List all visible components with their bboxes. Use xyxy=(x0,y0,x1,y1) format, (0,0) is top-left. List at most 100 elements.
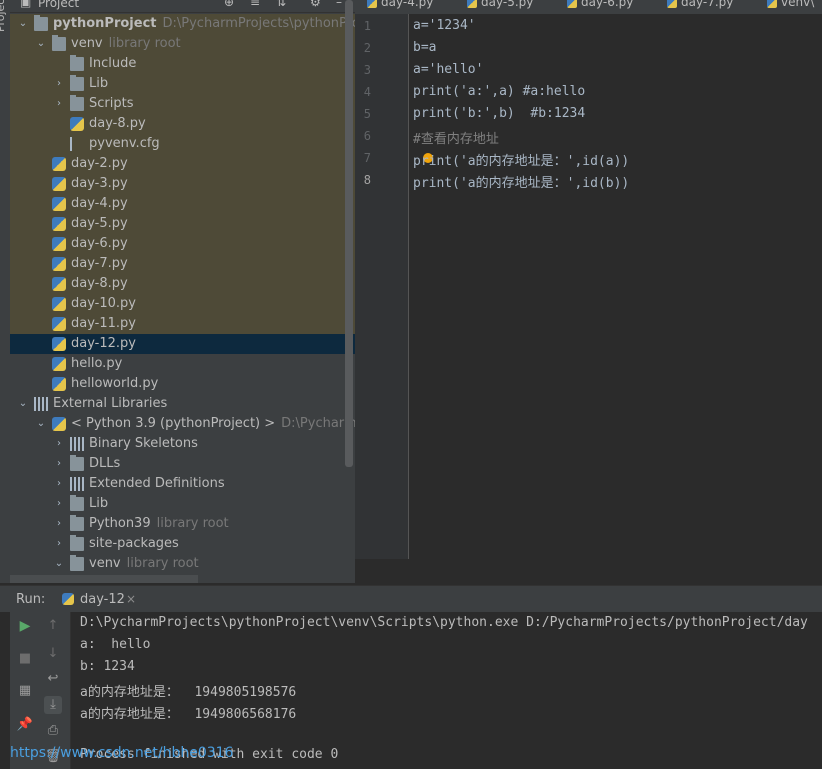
tree-item-label: < Python 3.9 (pythonProject) > D:\Pycharm… xyxy=(71,414,355,434)
run-tab-day-12[interactable]: day-12 × xyxy=(58,586,144,612)
tree-item[interactable]: helloworld.py xyxy=(10,374,355,394)
project-panel-title[interactable]: Project xyxy=(38,0,79,10)
tree-item-name: site-packages xyxy=(89,536,179,551)
tree-item[interactable]: › Extended Definitions xyxy=(10,474,355,494)
console-line: b: 1234 xyxy=(80,659,135,674)
line-number: 6 xyxy=(363,129,371,143)
chevron-down-icon[interactable]: ⌄ xyxy=(36,34,46,54)
chevron-right-icon[interactable]: › xyxy=(54,94,64,114)
tree-item[interactable]: › Lib xyxy=(10,74,355,94)
code-line[interactable]: print('b:',b) #b:1234 xyxy=(413,106,585,121)
code-line[interactable]: a='1234' xyxy=(413,18,476,33)
tree-item[interactable]: ⌄ pythonProject D:\PycharmProjects\pythonP… xyxy=(10,14,355,34)
tree-item-hint: library root xyxy=(126,556,199,571)
console-line: a的内存地址是： 1949806568176 xyxy=(80,707,297,722)
chevron-down-icon[interactable]: ⌄ xyxy=(18,394,28,414)
tree-item[interactable]: › site-packages xyxy=(10,534,355,554)
tree-item-label: pyvenv.cfg xyxy=(89,134,160,154)
code-line[interactable]: #查看内存地址 xyxy=(413,128,499,147)
tree-item-name: day-10.py xyxy=(71,296,136,311)
chevron-right-icon[interactable]: › xyxy=(54,454,64,474)
run-tab-label: day-12 xyxy=(80,592,125,607)
tab-day-4[interactable]: day-4.py xyxy=(367,0,433,13)
tree-item-label: Extended Definitions xyxy=(89,474,225,494)
code-line[interactable]: print('a:',a) #a:hello xyxy=(413,84,585,99)
tree-item-name: Lib xyxy=(89,76,109,91)
code-line[interactable]: print('a的内存地址是：',id(b)) xyxy=(413,172,629,191)
chevron-right-icon[interactable]: › xyxy=(54,474,64,494)
project-scrollbar[interactable] xyxy=(345,0,353,467)
gear-icon[interactable]: ⚙ xyxy=(310,0,322,8)
tree-item[interactable]: ⌄ External Libraries xyxy=(10,394,355,414)
editor-tab-bar: day-4.py day-5.py day-6.py day-7.py venv… xyxy=(355,0,822,15)
chevron-down-icon[interactable]: ⌄ xyxy=(54,554,64,574)
tree-item[interactable]: ⌄ venv library root xyxy=(10,554,355,574)
chevron-right-icon[interactable]: › xyxy=(54,434,64,454)
tree-item-hint: D:\PycharmProjects xyxy=(281,416,355,431)
chevron-right-icon[interactable]: › xyxy=(54,534,64,554)
code-line[interactable]: b=a xyxy=(413,40,436,55)
line-number: 2 xyxy=(363,41,371,55)
tree-item-name: Scripts xyxy=(89,96,134,111)
line-number: 8 xyxy=(363,173,371,187)
pin-icon[interactable]: 📌 xyxy=(16,716,34,734)
tree-item-label: Lib xyxy=(89,74,108,94)
print-icon[interactable]: ⎙ xyxy=(44,722,62,740)
folder-icon xyxy=(70,455,84,471)
tree-item[interactable]: pyvenv.cfg xyxy=(10,134,355,154)
folder-icon xyxy=(70,75,84,91)
locate-icon[interactable]: ⊕ xyxy=(224,0,236,8)
tab-day-5[interactable]: day-5.py xyxy=(467,0,533,13)
scroll-to-end-icon[interactable]: ⤓ xyxy=(44,696,62,714)
line-number: 7 xyxy=(363,151,371,165)
tree-item[interactable]: day-2.py xyxy=(10,154,355,174)
close-icon[interactable]: × xyxy=(126,592,136,606)
tree-item[interactable]: › Python39 library root xyxy=(10,514,355,534)
tree-item-name: day-3.py xyxy=(71,176,128,191)
tree-item[interactable]: day-5.py xyxy=(10,214,355,234)
tree-item[interactable]: day-10.py xyxy=(10,294,355,314)
tree-item[interactable]: › Lib xyxy=(10,494,355,514)
layout-icon[interactable]: ▦ xyxy=(16,682,34,700)
tree-item[interactable]: Include xyxy=(10,54,355,74)
chevron-down-icon[interactable]: ⌄ xyxy=(36,414,46,434)
rerun-icon[interactable]: ▶ xyxy=(16,617,34,635)
tab-venv[interactable]: venv\ xyxy=(767,0,814,13)
tree-item[interactable]: day-11.py xyxy=(10,314,355,334)
tree-item[interactable]: day-6.py xyxy=(10,234,355,254)
soft-wrap-icon[interactable]: ↩ xyxy=(44,670,62,688)
library-icon xyxy=(70,477,84,491)
tree-item[interactable]: day-12.py xyxy=(10,334,355,354)
chevron-right-icon[interactable]: › xyxy=(54,494,64,514)
code-line[interactable]: a='hello' xyxy=(413,62,483,77)
tree-item[interactable]: › Scripts xyxy=(10,94,355,114)
tree-item[interactable]: ⌄ venv library root xyxy=(10,34,355,54)
stop-icon[interactable]: ■ xyxy=(16,650,34,668)
tree-item[interactable]: day-7.py xyxy=(10,254,355,274)
tree-item-label: pythonProject D:\PycharmProjects\pythonPr… xyxy=(53,14,355,34)
tree-item[interactable]: day-4.py xyxy=(10,194,355,214)
tree-item-name: day-8.py xyxy=(89,116,146,131)
line-number: 1 xyxy=(363,19,371,33)
tree-item[interactable]: › DLLs xyxy=(10,454,355,474)
project-horizontal-scrollbar[interactable] xyxy=(10,575,198,583)
tree-item[interactable]: › Binary Skeletons xyxy=(10,434,355,454)
tab-day-7[interactable]: day-7.py xyxy=(667,0,733,13)
config-file-icon xyxy=(70,137,86,151)
down-arrow-icon[interactable]: ↓ xyxy=(44,645,62,663)
python-file-icon xyxy=(52,317,66,331)
tab-day-6[interactable]: day-6.py xyxy=(567,0,633,13)
chevron-down-icon[interactable]: ⌄ xyxy=(18,14,28,34)
chevron-right-icon[interactable]: › xyxy=(54,74,64,94)
expand-icon[interactable]: ⇅ xyxy=(276,0,288,8)
tree-item[interactable]: day-3.py xyxy=(10,174,355,194)
tree-item[interactable]: day-8.py xyxy=(10,274,355,294)
collapse-all-icon[interactable]: ≡ xyxy=(250,0,262,8)
code-editor[interactable]: a='1234' b=a a='hello' print('a:',a) #a:… xyxy=(409,14,822,559)
up-arrow-icon[interactable]: ↑ xyxy=(44,617,62,635)
tree-item[interactable]: ⌄ < Python 3.9 (pythonProject) > D:\Pychar… xyxy=(10,414,355,434)
tree-item[interactable]: hello.py xyxy=(10,354,355,374)
chevron-right-icon[interactable]: › xyxy=(54,514,64,534)
tree-item[interactable]: day-8.py xyxy=(10,114,355,134)
code-line[interactable]: print('a的内存地址是：',id(a)) xyxy=(413,150,629,169)
